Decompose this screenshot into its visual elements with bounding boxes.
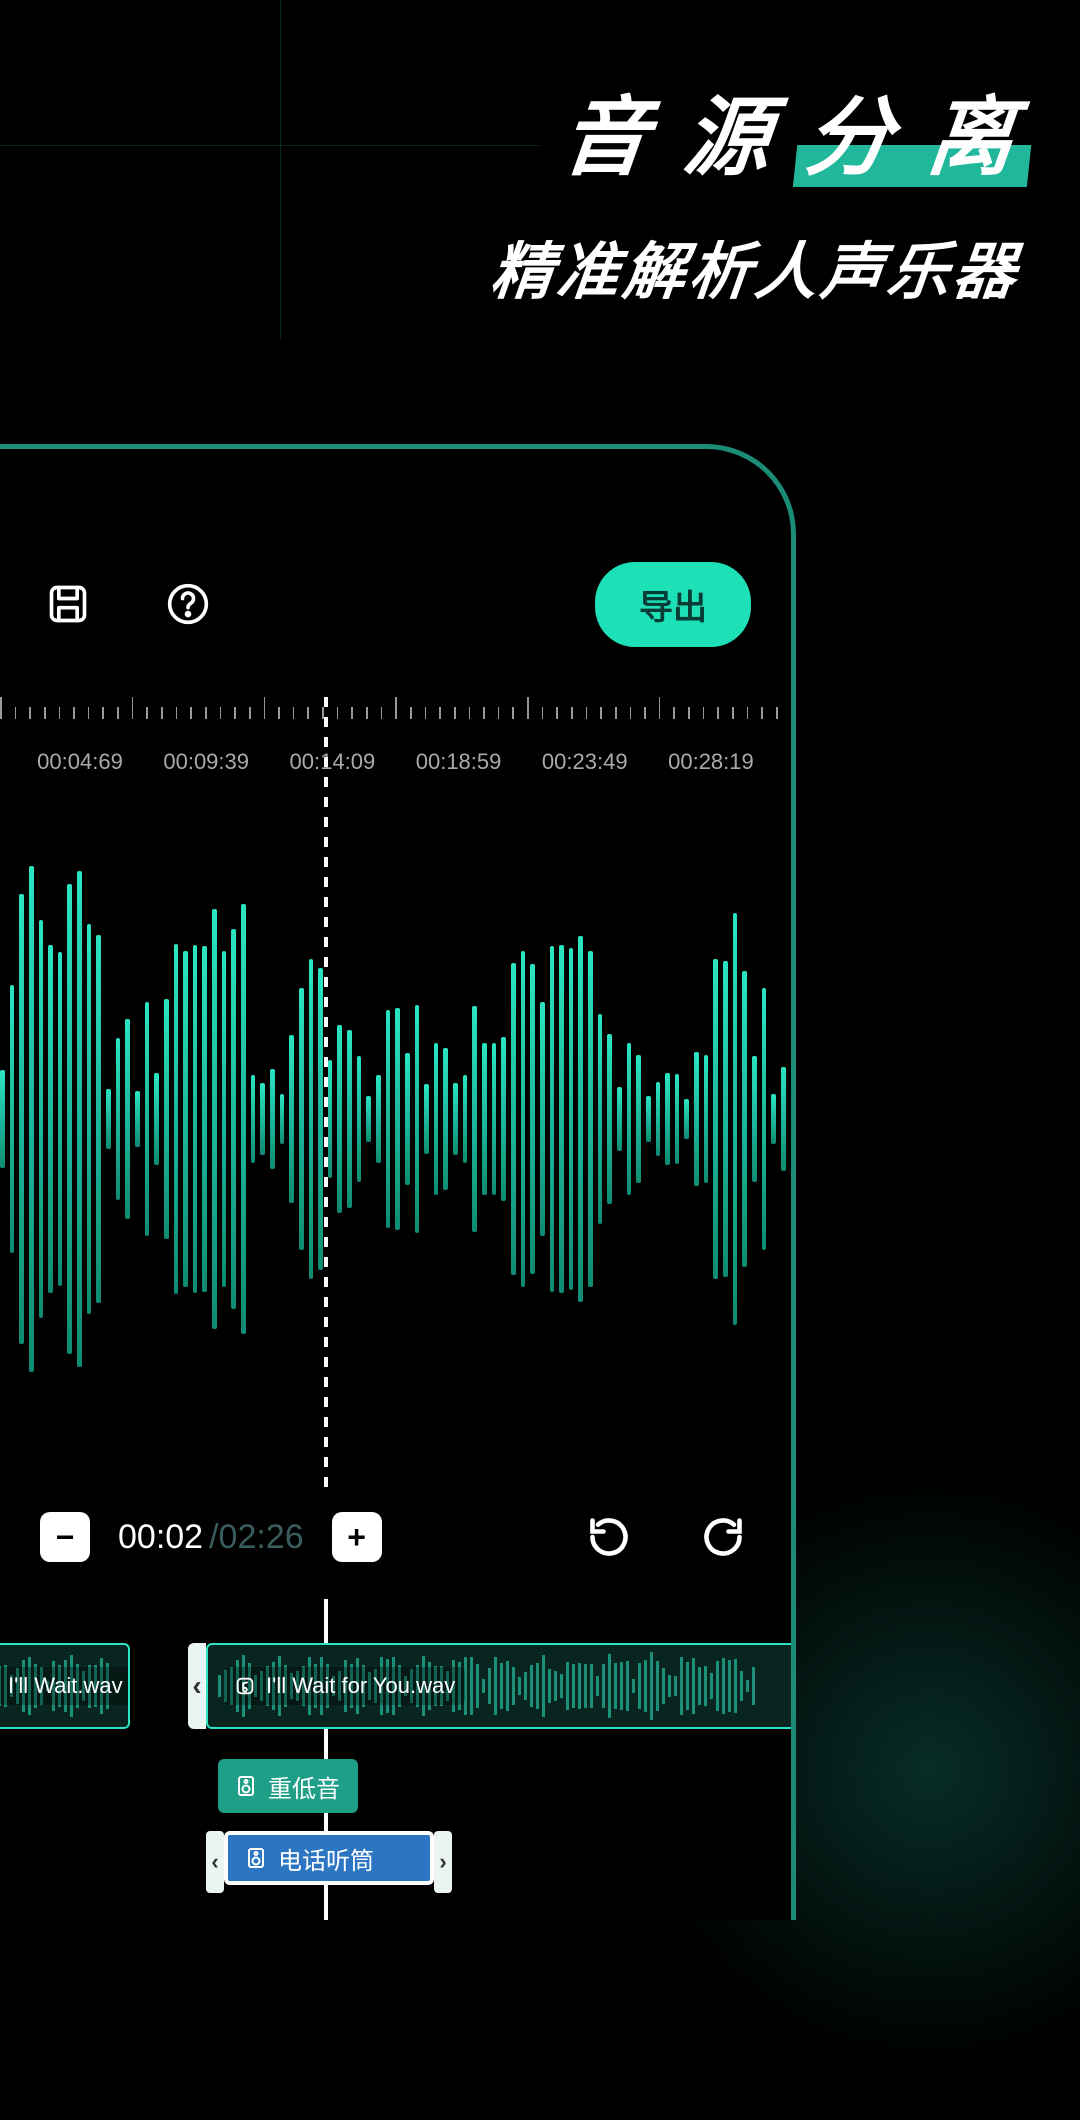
zoom-out-button[interactable]: − <box>40 1512 90 1562</box>
phone-effect-chip[interactable]: 电话听筒 <box>224 1831 434 1885</box>
ruler-time-label: 00:18:59 <box>409 749 509 775</box>
undo-button[interactable] <box>581 1509 637 1565</box>
help-button[interactable] <box>160 576 216 632</box>
redo-icon <box>701 1515 745 1559</box>
phone-chip-label: 电话听筒 <box>278 1841 374 1876</box>
time-total: 02:26 <box>219 1518 304 1556</box>
time-current: 00:02 <box>118 1518 203 1557</box>
audio-clip-partial[interactable]: I'll Wait.wav <box>0 1643 130 1729</box>
top-toolbar: 导出 <box>0 569 791 639</box>
export-button[interactable]: 导出 <box>595 562 751 647</box>
undo-icon <box>587 1515 631 1559</box>
time-labels: 00:04:69 00:09:39 00:14:09 00:18:59 00:23:49… <box>0 749 791 775</box>
ruler-time-label: 00:28:19 <box>661 749 761 775</box>
clip-label-main: I'll Wait for You.wav <box>266 1673 455 1699</box>
headline-line-1: 音 源 分 离 <box>487 95 1024 181</box>
main-waveform[interactable] <box>0 799 791 1439</box>
phone-frame: 导出 00:04:69 00:09:39 00:14:09 00:18:59 00:23… <box>0 444 796 1920</box>
ruler-time-label: 00:14:09 <box>282 749 382 775</box>
bass-effect-chip[interactable]: 重低音 <box>218 1759 358 1813</box>
phone-chip-handle-left[interactable]: ‹ <box>206 1831 224 1893</box>
ruler-time-label: 00:04:69 <box>30 749 130 775</box>
clip-label-partial: I'll Wait.wav <box>8 1673 123 1699</box>
redo-button[interactable] <box>695 1509 751 1565</box>
zoom-in-button[interactable]: + <box>332 1512 382 1562</box>
headline-part1: 音 源 <box>557 90 781 186</box>
playhead[interactable] <box>324 697 328 1487</box>
time-display: 00:02 /02:26 <box>118 1518 304 1557</box>
phone-icon <box>244 1846 268 1870</box>
headline-accent: 分 离 <box>802 95 1025 181</box>
audio-clip-main[interactable]: I'll Wait for You.wav <box>206 1643 796 1729</box>
promo-headline: 音 源 分 离 精准解析人声乐器 <box>492 95 1020 311</box>
phone-effect-container: ‹ 电话听筒 › <box>206 1831 452 1893</box>
music-note-icon <box>234 1675 256 1697</box>
bass-chip-label: 重低音 <box>268 1769 340 1804</box>
time-ruler[interactable] <box>0 697 791 719</box>
headline-line-2: 精准解析人声乐器 <box>487 221 1024 311</box>
ruler-time-label: 00:23:49 <box>535 749 635 775</box>
ruler-time-label: 00:09:39 <box>156 749 256 775</box>
save-icon <box>46 582 90 626</box>
clip-trim-handle-left[interactable]: ‹ <box>188 1643 206 1729</box>
playback-controls: − 00:02 /02:26 + <box>0 1487 791 1587</box>
phone-chip-handle-right[interactable]: › <box>434 1831 452 1893</box>
save-button[interactable] <box>40 576 96 632</box>
speaker-icon <box>234 1774 258 1798</box>
help-icon <box>166 582 210 626</box>
clip-timeline: I'll Wait.wav ‹ I'll Wait for You.wav <box>0 1599 791 1920</box>
